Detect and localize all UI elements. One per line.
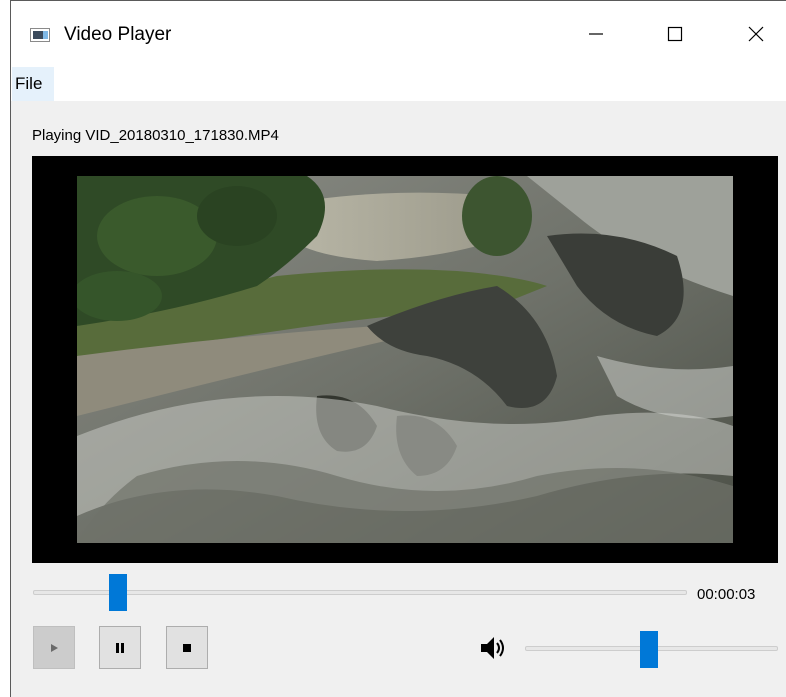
play-button[interactable] xyxy=(33,626,75,669)
menu-file[interactable]: File xyxy=(12,67,55,101)
close-button[interactable] xyxy=(733,17,779,51)
volume-slider-handle[interactable] xyxy=(640,631,659,668)
speaker-icon[interactable] xyxy=(478,633,508,663)
stop-icon xyxy=(183,643,191,652)
minimize-button[interactable] xyxy=(573,17,619,51)
menu-bar: File xyxy=(11,67,786,101)
pause-button[interactable] xyxy=(99,626,141,669)
position-slider-handle[interactable] xyxy=(109,574,128,611)
time-label: 00:00:03 xyxy=(697,586,756,603)
minimize-icon xyxy=(589,33,603,35)
position-slider-track[interactable] xyxy=(33,590,687,595)
window-title: Video Player xyxy=(64,24,172,45)
play-icon xyxy=(51,643,58,652)
stop-button[interactable] xyxy=(166,626,208,669)
status-label: Playing VID_20180310_171830.MP4 xyxy=(32,127,279,144)
app-window-icon xyxy=(30,28,50,42)
video-frame-image xyxy=(77,176,733,543)
video-display[interactable] xyxy=(32,156,778,563)
video-player-window: Video Player File Playing VID_20180310_1… xyxy=(10,0,786,697)
close-icon xyxy=(748,26,764,42)
maximize-button[interactable] xyxy=(652,17,698,51)
pause-icon xyxy=(116,642,124,653)
title-bar[interactable]: Video Player xyxy=(11,1,786,67)
maximize-icon xyxy=(667,26,683,42)
video-frame xyxy=(77,176,733,543)
